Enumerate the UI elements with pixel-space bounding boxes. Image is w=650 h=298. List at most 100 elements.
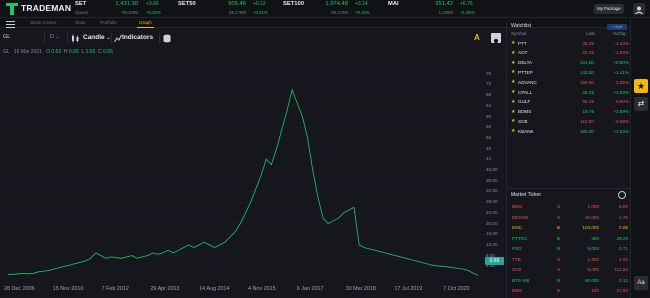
watchlist-row[interactable]: ★ KBANK 155.00 +1.64% <box>507 127 631 136</box>
ticker-symbol: BEM <box>512 204 522 209</box>
price-point <box>126 256 128 258</box>
watchlist-row[interactable]: ★ PTTEP 143.50 +1.41% <box>507 68 631 77</box>
star-icon[interactable]: ★ <box>511 109 515 115</box>
price-point <box>271 164 272 165</box>
watchlist-symbol: PTT <box>518 40 527 46</box>
star-icon[interactable]: ★ <box>511 40 515 46</box>
add-watchlist-button[interactable]: + Add <box>607 24 627 30</box>
price-point <box>167 249 169 251</box>
tab-portfolio[interactable]: Portfolio <box>100 20 117 25</box>
price-point <box>348 209 350 211</box>
index-value: 1,974.48 <box>325 1 348 7</box>
index-percent: +0.16% <box>355 10 370 15</box>
ticker-row[interactable]: TTB S 1,900 2.00 <box>507 256 631 265</box>
ticker-row[interactable]: BBIK B 100 37.50 <box>507 287 631 296</box>
swap-button[interactable]: ⇄ <box>634 97 648 111</box>
chart-settings-button[interactable] <box>491 33 501 44</box>
menu-icon[interactable] <box>6 21 15 28</box>
watchlist-change: +1.64% <box>613 128 629 134</box>
favorites-button[interactable]: ★ <box>634 79 648 93</box>
x-tick-label: 28 Dec 2006 <box>4 286 35 292</box>
watchlist-symbol: PTTEP <box>518 69 533 75</box>
watchlist-change: -1.58% <box>614 50 629 56</box>
price-chart[interactable]: GL 16 Mar 2021 O 0.63 H 0.65 L 0.56 C 0.… <box>0 45 505 298</box>
star-icon[interactable]: ★ <box>511 128 515 134</box>
star-icon[interactable]: ★ <box>511 118 515 124</box>
ticker-row[interactable]: PSG B 5,000 0.71 <box>507 245 631 254</box>
interval-select[interactable]: D ⌄ <box>50 34 60 40</box>
watchlist-last: 143.50 <box>579 69 594 75</box>
index-set100[interactable]: SET100 1,974.48 66,474M +3.14 +0.16% <box>283 1 380 17</box>
price-point <box>477 274 479 276</box>
font-size-button[interactable]: Aa <box>634 276 648 290</box>
index-set[interactable]: SET Open2 1,431.30 78,019M +3.66 +0.26% <box>75 1 165 17</box>
watchlist-row[interactable]: ★ PTT 34.25 -1.44% <box>507 39 631 48</box>
logo-icon <box>6 3 18 15</box>
index-set50[interactable]: SET50 905.46 55,178M +0.12 +0.01% <box>178 1 273 17</box>
ticker-row[interactable]: BTS-W8 B 90,000 0.12 <box>507 277 631 286</box>
x-tick-label: 4 Nov 2015 <box>248 286 276 292</box>
star-icon[interactable]: ★ <box>511 50 515 56</box>
price-series-line <box>8 88 479 276</box>
top-bar: TRADEMAN SET Open2 1,431.30 78,019M +3.6… <box>0 0 650 18</box>
ticker-row[interactable]: PTTGC B 400 28.25 <box>507 235 631 244</box>
app-logo[interactable]: TRADEMAN <box>6 2 71 16</box>
ticker-volume: 1,900 <box>587 256 600 262</box>
active-tab-indicator <box>137 27 154 28</box>
watchlist-row[interactable]: ★ CPALL 66.25 +1.53% <box>507 88 631 97</box>
layers-icon[interactable] <box>163 34 171 43</box>
star-icon[interactable]: ★ <box>511 79 515 85</box>
watchlist-change: +1.41% <box>613 69 629 75</box>
auto-scale-button[interactable]: A <box>474 33 480 42</box>
watchlist-symbol: ADVANC <box>518 79 537 85</box>
symbol-input[interactable]: GL <box>3 34 10 40</box>
price-point <box>85 260 86 262</box>
star-icon[interactable]: ★ <box>511 60 515 66</box>
watchlist-row[interactable]: ★ DELTA 101.50 +0.50% <box>507 59 631 68</box>
tab-scan[interactable]: Scan <box>75 20 85 25</box>
user-button[interactable] <box>633 3 645 15</box>
watchlist-row[interactable]: ★ BDMS 19.75 +2.59% <box>507 108 631 117</box>
candlestick-icon <box>72 34 79 43</box>
price-point <box>178 249 179 251</box>
price-point <box>312 169 314 171</box>
ticker-row[interactable]: BEM S 1,000 8.00 <box>507 203 631 212</box>
tab-stock-center[interactable]: Stock Center <box>30 20 57 25</box>
star-icon[interactable]: ★ <box>511 89 515 95</box>
price-point <box>38 271 40 272</box>
my-package-button[interactable]: My Package <box>594 4 624 14</box>
watchlist-row[interactable]: ★ ADVANC 160.00 -3.35% <box>507 78 631 87</box>
chart-type-select[interactable]: Candle ⌄ <box>83 34 111 41</box>
indicators-button[interactable]: Indicators <box>122 34 153 41</box>
ticker-title: Market Ticker <box>511 192 542 198</box>
ticker-volume: 1,000 <box>587 204 600 209</box>
y-tick-label: 68 <box>486 92 492 98</box>
ticker-volume: 20,000 <box>584 214 599 220</box>
star-icon[interactable]: ★ <box>511 99 515 105</box>
watchlist-row[interactable]: ★ GULF 55.25 -0.90% <box>507 98 631 107</box>
index-mai[interactable]: MAI 351.42 1,336M +6.76 +1.96% <box>388 1 483 17</box>
price-point <box>260 175 262 176</box>
ticker-settings-button[interactable] <box>618 191 626 199</box>
star-icon[interactable]: ★ <box>511 69 515 75</box>
index-volume: 55,178M <box>229 10 246 15</box>
price-point <box>405 257 407 259</box>
watchlist-last: 101.50 <box>579 60 594 66</box>
ticker-price: 37.50 <box>616 288 629 293</box>
price-point <box>472 272 474 274</box>
app-name: TRADEMAN <box>21 3 72 13</box>
price-point <box>59 267 60 268</box>
watchlist-change: +0.50% <box>613 60 629 66</box>
y-tick-label: 56 <box>486 124 492 130</box>
tab-graph[interactable]: Graph <box>139 20 152 25</box>
ticker-row[interactable]: DEXON S 20,000 1.76 <box>507 214 631 223</box>
watchlist-row[interactable]: ★ AOT 62.25 -1.58% <box>507 49 631 58</box>
watchlist-row[interactable]: ★ SCB 112.50 -0.88% <box>507 117 631 126</box>
price-point <box>384 252 386 254</box>
ticker-row[interactable]: SCB S 5,000 112.50 <box>507 266 631 275</box>
divider <box>44 33 45 43</box>
price-point <box>7 273 9 275</box>
ticker-row[interactable]: EMC B 104,000 0.09 <box>507 224 631 233</box>
font-size-label: Aa <box>637 280 645 286</box>
price-point <box>64 265 66 267</box>
